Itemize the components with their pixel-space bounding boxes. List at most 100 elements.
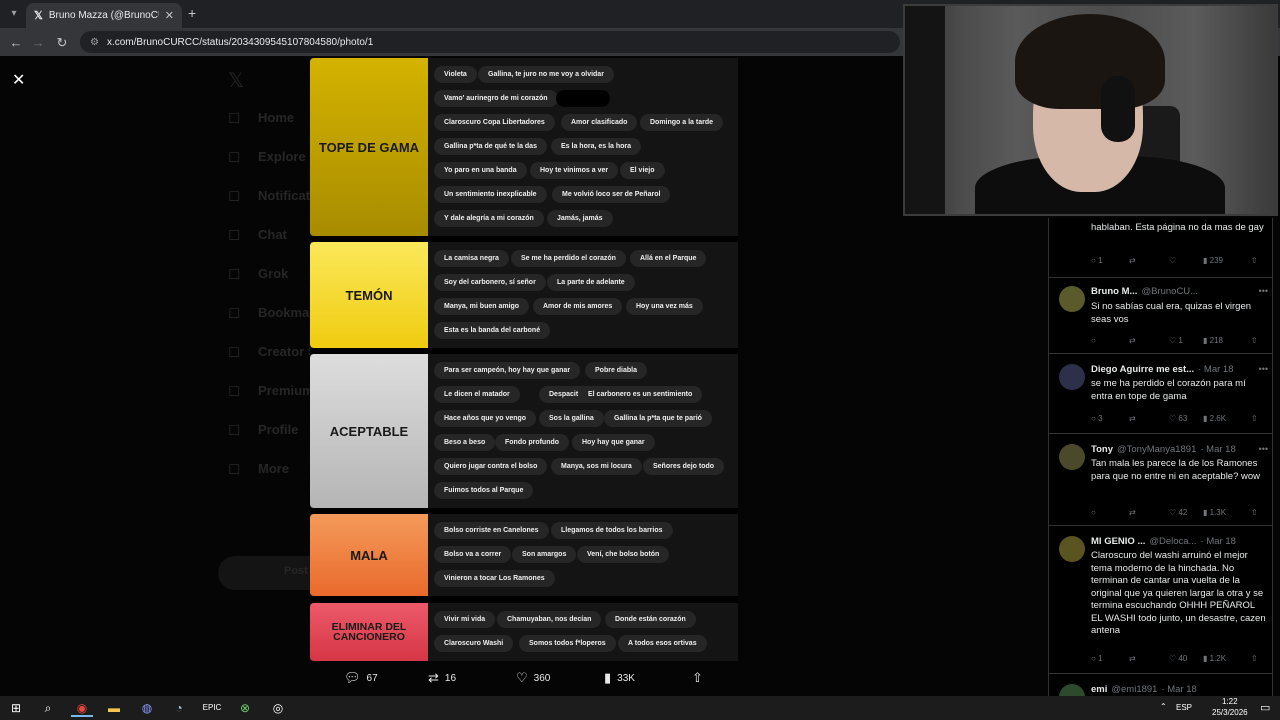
reply-text: se me ha perdido el corazón para mí entr… — [1091, 378, 1246, 402]
reply-stats: ○ ⇄ ♡ 42 ▮ 1.3K ⇧ — [1091, 508, 1267, 520]
background-nav-icon: ◻ — [228, 265, 241, 282]
reply-reply-icon[interactable]: ○ 1 — [1091, 256, 1103, 265]
avatar[interactable] — [1059, 684, 1085, 696]
back-icon[interactable]: ← — [4, 35, 28, 50]
reply-like-icon[interactable]: ♡ 42 — [1169, 508, 1187, 517]
reply-item[interactable]: hablaban. Esta página no da mas de gay ○… — [1049, 218, 1272, 278]
reply-views-icon[interactable]: ▮ 1.2K — [1203, 654, 1226, 663]
song-chip: Es la hora, es la hora — [551, 138, 642, 155]
song-chip: Vení, che bolso botón — [577, 546, 670, 563]
avatar[interactable] — [1059, 444, 1085, 470]
song-chip: Jamás, jamás — [547, 210, 613, 227]
background-nav-icon: ◻ — [228, 226, 241, 243]
song-chip: Son amargos — [512, 546, 577, 563]
reply-reply-icon[interactable]: ○ 1 — [1091, 654, 1103, 663]
reply-button[interactable]: 💬︎ 67 — [344, 670, 378, 686]
browser-tab[interactable]: 𝕏 Bruno Mazza (@BrunoCURCC) ✕ — [26, 3, 182, 28]
avatar[interactable] — [1059, 364, 1085, 390]
reply-item[interactable]: emi @emi1891 · Mar 18 — [1049, 674, 1272, 696]
reply-author-name[interactable]: Diego Aguirre me est... — [1091, 364, 1194, 375]
reply-like-icon[interactable]: ♡ 1 — [1169, 336, 1183, 345]
heart-icon: ♡ — [516, 670, 528, 685]
discord-icon[interactable]: ◍ — [136, 699, 158, 717]
file-explorer-icon[interactable]: ▬ — [103, 699, 125, 717]
clock-date[interactable]: 25/3/2026 — [1212, 708, 1248, 717]
tier-label: TEMÓN — [310, 242, 428, 348]
more-icon[interactable]: ••• — [1259, 364, 1268, 374]
background-nav-icon: ◻ — [228, 382, 241, 399]
obs-icon[interactable]: ◎ — [267, 699, 289, 717]
reply-share-icon[interactable]: ⇧ — [1251, 256, 1258, 265]
reply-reply-icon[interactable]: ○ — [1091, 508, 1096, 517]
forward-icon[interactable]: → — [26, 35, 50, 50]
reply-author-name[interactable]: Bruno M... — [1091, 286, 1137, 297]
reply-handle: @Deloca... — [1149, 536, 1197, 547]
reply-handle: @BrunoCU... — [1141, 286, 1199, 297]
views-button[interactable]: ▮ 33K — [604, 670, 635, 686]
url-field[interactable]: ⚙ x.com/BrunoCURCC/status/20343095451078… — [80, 31, 900, 53]
song-chip: Hoy hay que ganar — [572, 434, 655, 451]
replies-column: hablaban. Esta página no da mas de gay ○… — [1048, 218, 1273, 696]
reply-views-icon[interactable]: ▮ 239 — [1203, 256, 1223, 265]
reply-repost-icon[interactable]: ⇄ — [1129, 336, 1136, 345]
reply-share-icon[interactable]: ⇧ — [1251, 654, 1258, 663]
avatar[interactable] — [1059, 536, 1085, 562]
reply-item[interactable]: MI GENIO ... @Deloca... · Mar 18 Clarosc… — [1049, 526, 1272, 674]
reply-repost-icon[interactable]: ⇄ — [1129, 654, 1136, 663]
windows-start-icon[interactable]: ⊞ — [5, 699, 27, 717]
notification-icon[interactable]: ▭ — [1260, 701, 1270, 714]
reply-item[interactable]: Tony @TonyManya1891 · Mar 18 ••• Tan mal… — [1049, 434, 1272, 526]
avatar[interactable] — [1059, 286, 1085, 312]
tier-row: ACEPTABLE Para ser campeón, hoy hay que … — [310, 354, 738, 508]
reply-like-icon[interactable]: ♡ 40 — [1169, 654, 1187, 663]
reply-author-name[interactable]: emi — [1091, 684, 1107, 695]
reply-reply-icon[interactable]: ○ — [1091, 336, 1096, 345]
reply-share-icon[interactable]: ⇧ — [1251, 336, 1258, 345]
reply-share-icon[interactable]: ⇧ — [1251, 414, 1258, 423]
reply-like-icon[interactable]: ♡ — [1169, 256, 1176, 265]
reply-item[interactable]: Diego Aguirre me est... · Mar 18 ••• se … — [1049, 354, 1272, 434]
post-action-bar: 💬︎ 67 ⇄ 16 ♡ 360 ▮ 33K ⇧ — [340, 668, 720, 688]
repost-count: 16 — [444, 672, 457, 684]
reply-like-icon[interactable]: ♡ 63 — [1169, 414, 1187, 423]
like-button[interactable]: ♡ 360 — [516, 670, 550, 686]
chrome-icon[interactable]: ◉ — [71, 699, 93, 717]
tab-close-icon[interactable]: ✕ — [165, 9, 174, 22]
close-viewer-icon[interactable]: ✕ — [12, 70, 25, 90]
more-icon[interactable]: ••• — [1259, 286, 1268, 296]
search-icon[interactable]: ⌕ — [37, 699, 59, 717]
clock-time[interactable]: 1:22 — [1222, 697, 1238, 706]
reload-icon[interactable]: ↻ — [50, 35, 74, 51]
reply-views-count: 2.6K — [1209, 414, 1227, 423]
xbox-icon[interactable]: ⊗ — [234, 699, 256, 717]
tab-search-icon[interactable]: ▾ — [6, 6, 22, 22]
language-indicator[interactable]: ESP — [1176, 703, 1192, 712]
reply-item[interactable]: Bruno M... @BrunoCU... ••• Si no sabías … — [1049, 278, 1272, 354]
reply-views-icon[interactable]: ▮ 218 — [1203, 336, 1223, 345]
steam-icon[interactable]: ◔ — [168, 699, 190, 717]
reply-header: Tony @TonyManya1891 · Mar 18 — [1091, 444, 1268, 455]
share-button[interactable]: ⇧ — [692, 670, 703, 686]
reply-views-icon[interactable]: ▮ 2.6K — [1203, 414, 1226, 423]
reply-date: · Mar 18 — [1200, 444, 1236, 455]
song-chip: Claroscuro Copa Libertadores — [434, 114, 555, 131]
reply-repost-icon[interactable]: ⇄ — [1129, 256, 1136, 265]
tray-chevron-icon[interactable]: ⌃ — [1160, 702, 1167, 711]
reply-author-name[interactable]: Tony — [1091, 444, 1113, 455]
repost-button[interactable]: ⇄ 16 — [428, 670, 456, 686]
site-info-icon[interactable]: ⚙ — [90, 37, 99, 48]
reply-views-icon[interactable]: ▮ 1.3K — [1203, 508, 1226, 517]
reply-repost-icon[interactable]: ⇄ — [1129, 414, 1136, 423]
reply-share-icon[interactable]: ⇧ — [1251, 508, 1258, 517]
background-nav-icon: ◻ — [228, 421, 241, 438]
song-chip: Para ser campeón, hoy hay que ganar — [434, 362, 581, 379]
reply-author-name[interactable]: MI GENIO ... — [1091, 536, 1145, 547]
more-icon[interactable]: ••• — [1259, 444, 1268, 454]
reply-reply-icon[interactable]: ○ 3 — [1091, 414, 1103, 423]
reply-repost-icon[interactable]: ⇄ — [1129, 508, 1136, 517]
reply-stats: ○ 3 ⇄ ♡ 63 ▮ 2.6K ⇧ — [1091, 414, 1267, 426]
reply-stats: ○ ⇄ ♡ 1 ▮ 218 ⇧ — [1091, 336, 1267, 348]
new-tab-icon[interactable]: + — [188, 5, 196, 21]
reply-text: hablaban. Esta página no da mas de gay — [1091, 222, 1264, 233]
epic-games-icon[interactable]: EPIC — [201, 699, 223, 717]
